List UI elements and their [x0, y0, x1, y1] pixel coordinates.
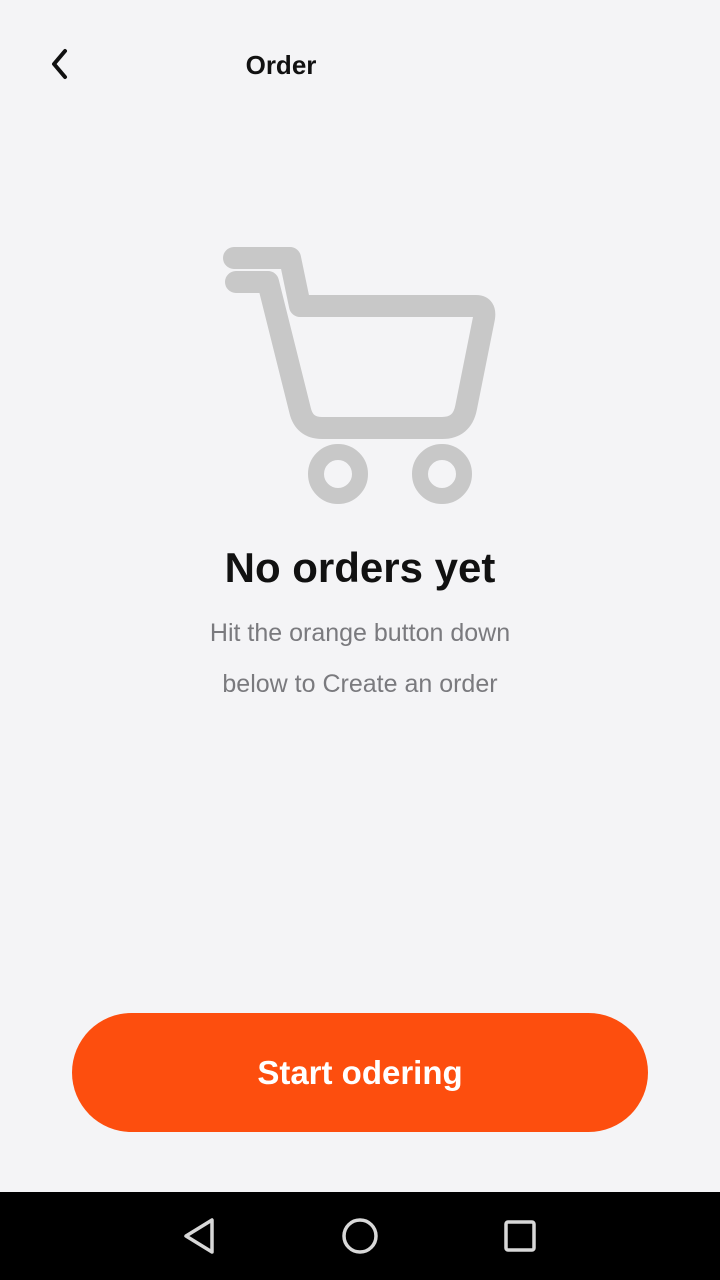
triangle-back-icon — [184, 1218, 214, 1254]
empty-state-description-line2: below to Create an order — [222, 670, 498, 698]
empty-state-description: Hit the orange button down below to Crea… — [160, 608, 560, 710]
system-back-button[interactable] — [170, 1206, 230, 1266]
chevron-left-icon — [52, 49, 67, 79]
empty-state-description-line1: Hit the orange button down — [209, 619, 511, 647]
order-screen: Order No orders yet Hit the orange butto… — [0, 0, 720, 1280]
shopping-cart-icon — [223, 247, 496, 504]
app-header: Order — [0, 0, 720, 130]
square-recents-icon — [504, 1220, 536, 1252]
system-navigation-bar — [0, 1192, 720, 1280]
circle-home-icon — [342, 1218, 378, 1254]
page-title: Order — [245, 50, 317, 80]
back-button[interactable] — [36, 40, 84, 88]
start-ordering-button[interactable]: Start odering — [72, 1013, 648, 1132]
system-home-button[interactable] — [330, 1206, 390, 1266]
system-recents-button[interactable] — [490, 1206, 550, 1266]
empty-state-title: No orders yet — [224, 544, 496, 591]
